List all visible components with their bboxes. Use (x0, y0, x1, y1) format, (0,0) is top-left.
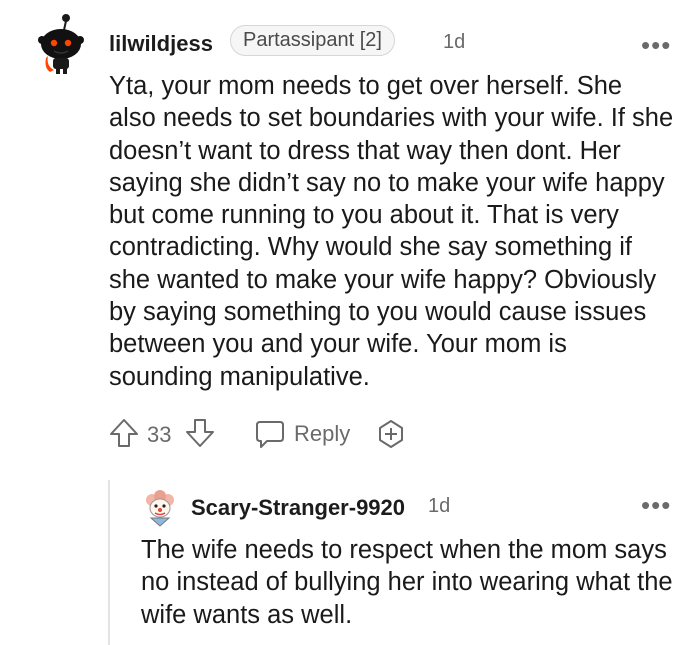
reply-more-options-button[interactable]: ••• (641, 492, 671, 518)
comment-body: Yta, your mom needs to get over herself.… (109, 72, 674, 391)
reply-body: The wife needs to respect when the mom s… (141, 536, 673, 629)
downvote-icon (186, 419, 214, 447)
comment-username[interactable]: lilwildjess (109, 31, 213, 57)
snoo-avatar-icon[interactable] (36, 12, 86, 76)
reply-label: Reply (294, 421, 351, 446)
comment-timestamp[interactable]: 1d (443, 31, 465, 54)
upvote-icon (110, 419, 138, 447)
award-icon (379, 420, 403, 448)
downvote-button[interactable] (184, 417, 216, 449)
award-button[interactable] (376, 419, 406, 449)
reply-timestamp[interactable]: 1d (428, 495, 450, 518)
more-options-button[interactable]: ••• (641, 32, 671, 58)
clown-avatar-icon[interactable] (143, 488, 177, 528)
reply-button[interactable]: Reply (254, 416, 364, 450)
user-flair: Partassipant [2] (230, 25, 395, 56)
thread-line[interactable] (108, 480, 110, 645)
upvote-button[interactable] (108, 417, 140, 449)
reply-username[interactable]: Scary-Stranger-9920 (191, 495, 405, 521)
reply-icon (256, 421, 284, 448)
vote-count: 33 (147, 422, 172, 447)
